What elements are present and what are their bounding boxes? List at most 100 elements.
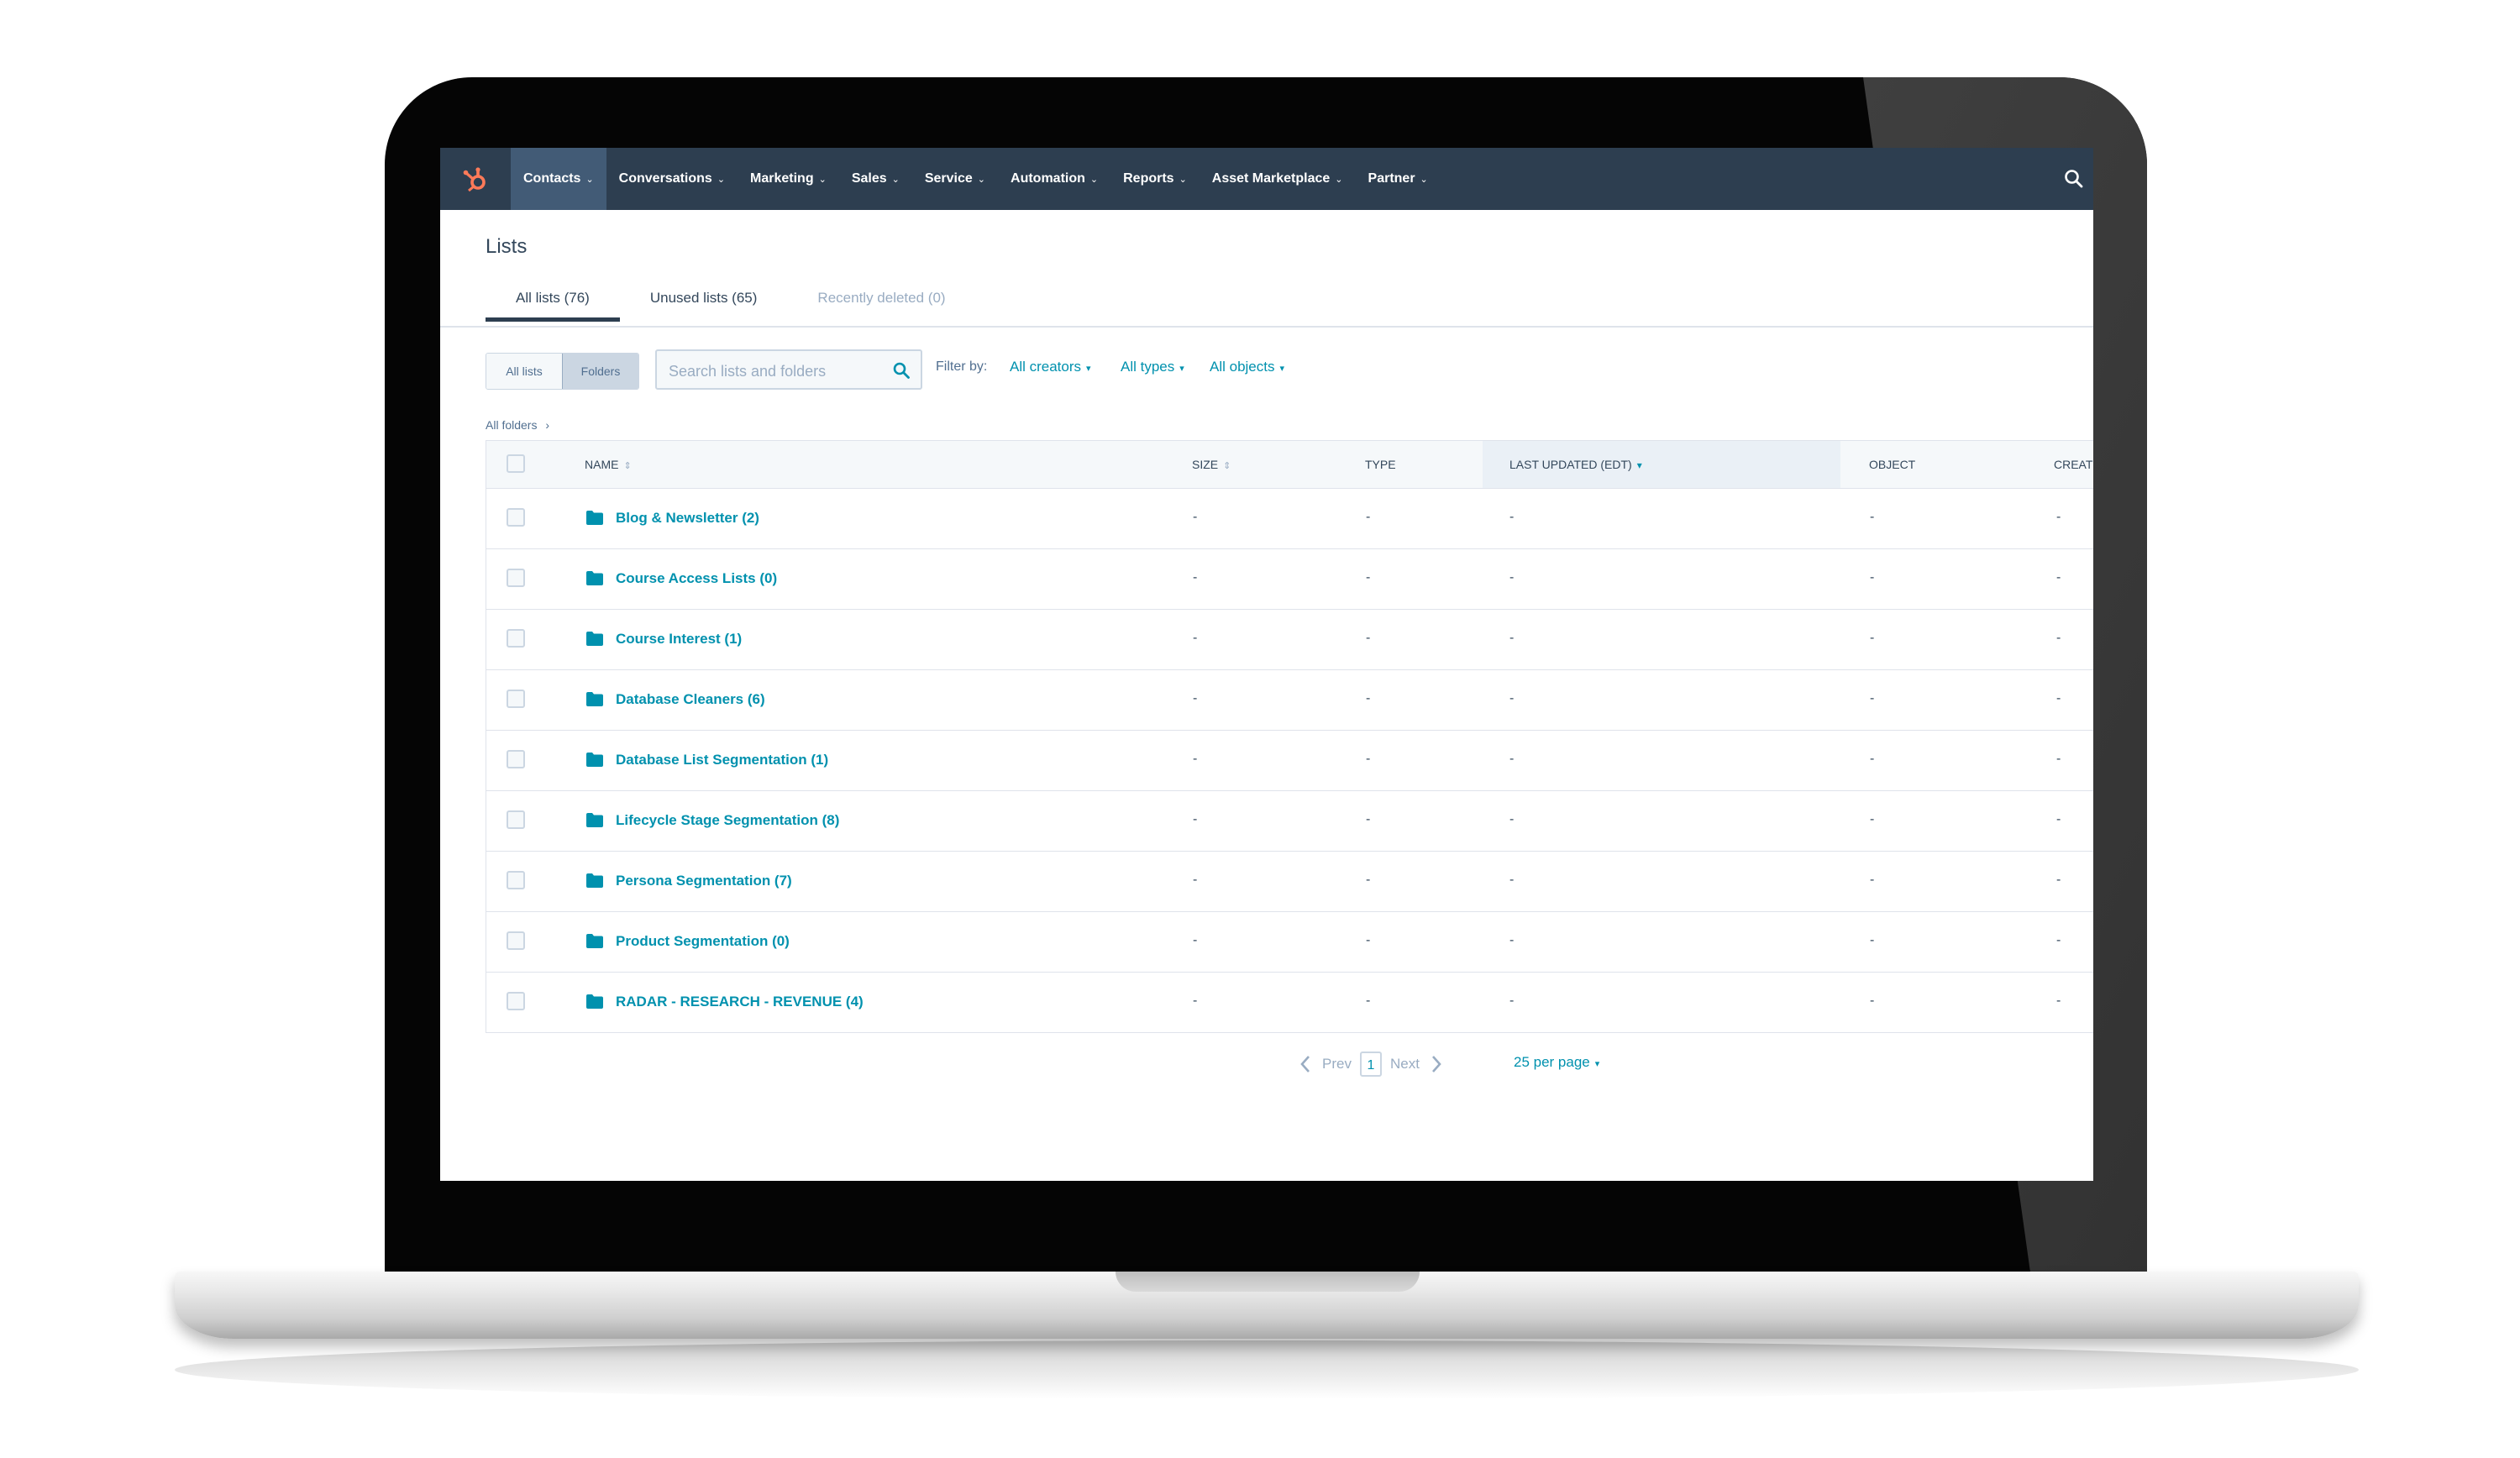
search-icon[interactable] — [2063, 168, 2085, 190]
size-cell: - — [1193, 510, 1198, 524]
row-checkbox[interactable] — [507, 931, 525, 950]
column-created-label: CREAT — [2054, 458, 2093, 471]
table-row[interactable]: Course Access Lists (0) - - - - - — [486, 549, 2093, 610]
table-row[interactable]: Lifecycle Stage Segmentation (8) - - - - - — [486, 791, 2093, 852]
created-cell: - — [2056, 994, 2061, 1008]
chevron-right-icon[interactable] — [1428, 1053, 1445, 1075]
row-checkbox[interactable] — [507, 871, 525, 889]
folder-icon — [586, 994, 603, 1009]
chevron-down-icon: ⌄ — [818, 174, 827, 185]
breadcrumb[interactable]: All folders › — [486, 418, 549, 432]
row-checkbox[interactable] — [507, 690, 525, 708]
chevron-down-icon: ⌄ — [1179, 174, 1187, 185]
column-header-last-updated[interactable]: LAST UPDATED (EDT) ▾ — [1483, 441, 1840, 488]
nav-item-sales[interactable]: Sales ⌄ — [839, 148, 912, 210]
folder-name-link[interactable]: Database List Segmentation (1) — [616, 752, 828, 768]
table-row[interactable]: Persona Segmentation (7) - - - - - — [486, 852, 2093, 912]
type-cell: - — [1366, 933, 1371, 947]
table-row[interactable]: Database Cleaners (6) - - - - - — [486, 670, 2093, 731]
folder-name-link[interactable]: Product Segmentation (0) — [616, 933, 790, 950]
folder-name-link[interactable]: Database Cleaners (6) — [616, 691, 765, 708]
folder-name-link[interactable]: Persona Segmentation (7) — [616, 873, 792, 889]
objects-filter-dropdown[interactable]: All objects ▾ — [1210, 359, 1284, 375]
type-cell: - — [1366, 570, 1371, 585]
table-row[interactable]: Course Interest (1) - - - - - — [486, 610, 2093, 670]
row-checkbox[interactable] — [507, 629, 525, 648]
per-page-label: 25 per page — [1514, 1054, 1590, 1070]
column-last-updated-label: LAST UPDATED (EDT) — [1509, 458, 1632, 471]
chevron-down-icon: ⌄ — [1420, 174, 1428, 185]
nav-item-asset-marketplace[interactable]: Asset Marketplace ⌄ — [1200, 148, 1356, 210]
table-row[interactable]: Database List Segmentation (1) - - - - - — [486, 731, 2093, 791]
folder-name-link[interactable]: Course Interest (1) — [616, 631, 742, 648]
search-input[interactable] — [667, 359, 880, 383]
last-updated-cell: - — [1509, 994, 1515, 1008]
column-header-name[interactable]: NAME ⇕ — [585, 441, 632, 488]
sort-descending-icon: ▾ — [1636, 459, 1642, 471]
search-icon[interactable] — [892, 361, 911, 380]
folder-icon — [586, 692, 603, 706]
nav-item-automation[interactable]: Automation ⌄ — [998, 148, 1110, 210]
select-all-checkbox[interactable] — [507, 454, 525, 473]
nav-item-partner[interactable]: Partner ⌄ — [1356, 148, 1441, 210]
folders-toggle-button[interactable]: Folders — [562, 354, 638, 389]
nav-item-contacts[interactable]: Contacts ⌄ — [511, 148, 606, 210]
last-updated-cell: - — [1509, 691, 1515, 705]
folder-name-link[interactable]: Course Access Lists (0) — [616, 570, 777, 587]
type-cell: - — [1366, 691, 1371, 705]
all-lists-toggle-button[interactable]: All lists — [486, 354, 562, 389]
prev-page-button[interactable]: Prev — [1322, 1056, 1352, 1073]
search-box — [655, 349, 922, 390]
per-page-dropdown[interactable]: 25 per page ▾ — [1514, 1054, 1599, 1071]
table-row[interactable]: RADAR - RESEARCH - REVENUE (4) - - - - - — [486, 973, 2093, 1033]
folder-icon — [586, 813, 603, 827]
nav-item-label: Reports — [1123, 171, 1174, 186]
column-header-size[interactable]: SIZE ⇕ — [1192, 441, 1231, 488]
table-row[interactable]: Blog & Newsletter (2) - - - - - — [486, 489, 2093, 549]
chevron-left-icon[interactable] — [1297, 1053, 1314, 1075]
row-checkbox[interactable] — [507, 810, 525, 829]
row-checkbox[interactable] — [507, 569, 525, 587]
chevron-down-icon: ⌄ — [717, 174, 726, 185]
size-cell: - — [1193, 933, 1198, 947]
nav-item-conversations[interactable]: Conversations ⌄ — [606, 148, 738, 210]
object-cell: - — [1870, 994, 1875, 1008]
row-checkbox[interactable] — [507, 750, 525, 768]
type-cell: - — [1366, 994, 1371, 1008]
objects-filter-label: All objects — [1210, 359, 1275, 375]
sort-icon: ⇕ — [1223, 461, 1231, 471]
folder-icon — [586, 511, 603, 525]
breadcrumb-all-folders[interactable]: All folders — [486, 418, 537, 432]
size-cell: - — [1193, 752, 1198, 766]
types-filter-dropdown[interactable]: All types ▾ — [1121, 359, 1184, 375]
folder-name-link[interactable]: Blog & Newsletter (2) — [616, 510, 759, 527]
folder-name-link[interactable]: RADAR - RESEARCH - REVENUE (4) — [616, 994, 864, 1010]
created-cell: - — [2056, 812, 2061, 826]
row-checkbox[interactable] — [507, 992, 525, 1010]
tab-recently-deleted[interactable]: Recently deleted (0) — [787, 279, 975, 317]
object-cell: - — [1870, 752, 1875, 766]
last-updated-cell: - — [1509, 510, 1515, 524]
row-checkbox[interactable] — [507, 508, 525, 527]
current-page-button[interactable]: 1 — [1359, 1052, 1382, 1077]
hubspot-logo-icon[interactable] — [440, 148, 511, 210]
view-toggle: All lists Folders — [486, 353, 639, 390]
object-cell: - — [1870, 631, 1875, 645]
next-page-button[interactable]: Next — [1390, 1056, 1420, 1073]
chevron-right-icon: › — [545, 418, 550, 432]
folder-name-link[interactable]: Lifecycle Stage Segmentation (8) — [616, 812, 839, 829]
nav-item-marketing[interactable]: Marketing ⌄ — [738, 148, 839, 210]
folder-icon — [586, 632, 603, 646]
tab-unused-lists[interactable]: Unused lists (65) — [620, 279, 788, 317]
size-cell: - — [1193, 631, 1198, 645]
nav-item-service[interactable]: Service ⌄ — [912, 148, 998, 210]
nav-item-label: Conversations — [618, 171, 712, 186]
creators-filter-dropdown[interactable]: All creators ▾ — [1010, 359, 1091, 375]
table-row[interactable]: Product Segmentation (0) - - - - - — [486, 912, 2093, 973]
nav-item-label: Partner — [1368, 171, 1415, 186]
object-cell: - — [1870, 510, 1875, 524]
nav-item-reports[interactable]: Reports ⌄ — [1110, 148, 1200, 210]
type-cell: - — [1366, 752, 1371, 766]
created-cell: - — [2056, 570, 2061, 585]
tab-all-lists[interactable]: All lists (76) — [486, 279, 620, 322]
